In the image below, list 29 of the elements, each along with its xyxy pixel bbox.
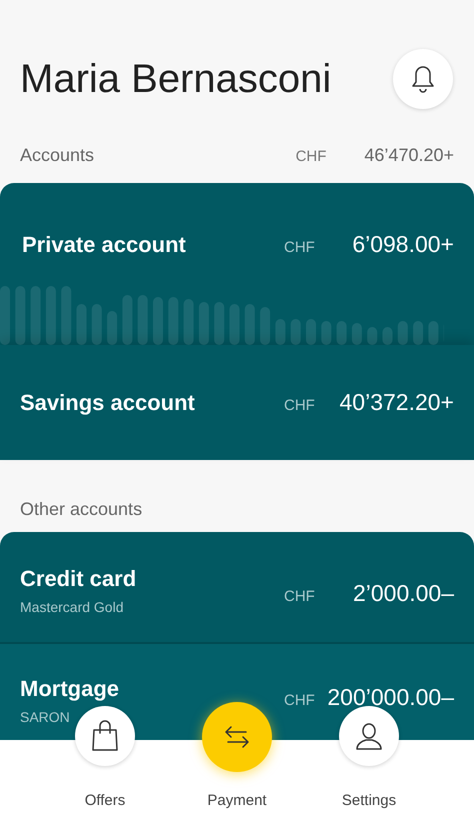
- account-subtitle: Mastercard Gold: [20, 598, 124, 617]
- shopping-bag-icon: [91, 720, 119, 752]
- bell-icon: [411, 65, 435, 93]
- account-card[interactable]: Savings account CHF 40’372.20+: [0, 345, 474, 460]
- account-name: Private account: [22, 231, 186, 259]
- account-amount: 200’000.00–: [327, 683, 454, 712]
- user-name: Maria Bernasconi: [20, 56, 332, 103]
- nav-label: Offers: [84, 790, 126, 810]
- currency-label: CHF: [284, 238, 315, 258]
- account-card[interactable]: Private account CHF 6’098.00+: [0, 183, 474, 345]
- nav-label: Settings: [342, 790, 396, 810]
- account-subtitle: SARON: [20, 708, 71, 727]
- account-amount: 6’098.00+: [352, 230, 454, 259]
- account-amount: 40’372.20+: [340, 388, 454, 418]
- section-title: Other accounts: [20, 499, 142, 519]
- person-icon: [354, 720, 384, 750]
- currency-label: CHF: [296, 147, 326, 167]
- section-title: Accounts: [20, 144, 96, 167]
- account-name: Mortgage: [20, 675, 119, 703]
- account-name: Savings account: [20, 389, 195, 417]
- account-amount: 2’000.00–: [352, 579, 454, 608]
- account-card[interactable]: Credit card Mastercard Gold CHF 2’000.00–: [0, 532, 474, 642]
- nav-label: Payment: [207, 790, 267, 810]
- currency-label: CHF: [284, 587, 315, 607]
- currency-label: CHF: [284, 691, 315, 711]
- notifications-button[interactable]: [393, 49, 453, 109]
- total-amount: 46’470.20+: [364, 144, 454, 167]
- currency-label: CHF: [284, 396, 315, 416]
- account-name: Credit card: [20, 565, 136, 593]
